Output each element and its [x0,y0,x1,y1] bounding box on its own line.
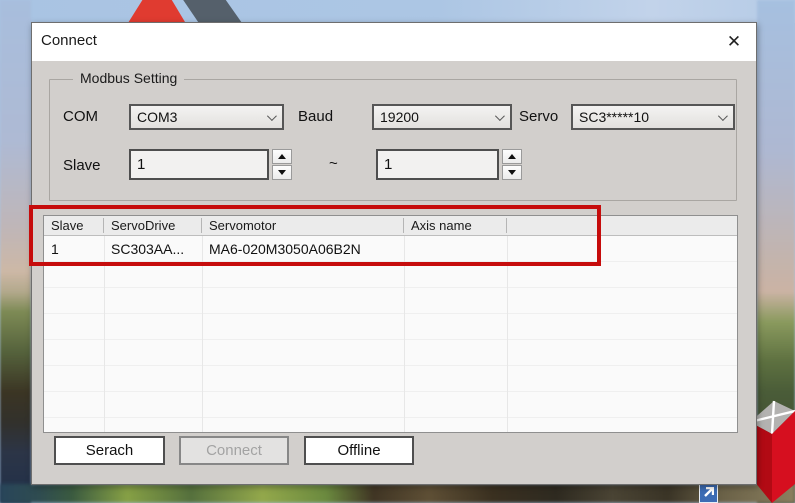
slave-to-input[interactable]: 1 [376,149,499,180]
cell-slave[interactable]: 1 [44,236,104,262]
stepper-up-button[interactable] [272,149,292,164]
modbus-setting-group: Modbus Setting [49,79,737,201]
chevron-down-icon [718,111,728,121]
column-header-servomotor[interactable]: Servomotor [202,216,404,235]
range-separator: ~ [329,155,338,172]
arrow-down-icon [278,170,286,175]
baud-label: Baud [298,108,333,125]
close-icon[interactable]: ✕ [718,26,750,58]
com-select[interactable]: COM3 [129,104,284,130]
stepper-down-button[interactable] [272,165,292,180]
connect-button[interactable]: Connect [179,436,289,465]
com-selected-value: COM3 [137,109,177,125]
servo-label: Servo [519,108,558,125]
column-header-filler [507,216,737,235]
offline-button[interactable]: Offline [304,436,414,465]
column-divider [202,236,203,432]
column-header-slave[interactable]: Slave [44,216,104,235]
dialog-title: Connect [41,32,97,49]
slave-label: Slave [63,157,101,174]
cell-servomotor[interactable]: MA6-020M3050A06B2N [202,236,404,262]
chevron-down-icon [495,111,505,121]
table-row[interactable]: 1 SC303AA... MA6-020M3050A06B2N [44,236,737,262]
connect-dialog: Connect ✕ Modbus Setting COM COM3 Baud 1… [31,22,757,485]
cell-axis-name[interactable] [404,236,507,262]
search-button[interactable]: Serach [54,436,165,465]
background-landscape-strip [0,484,795,503]
slave-from-stepper [272,149,292,180]
slave-from-input[interactable]: 1 [129,149,269,180]
stepper-down-button[interactable] [502,165,522,180]
cell-servodrive[interactable]: SC303AA... [104,236,202,262]
arrow-down-icon [508,170,516,175]
background-sky [0,0,795,23]
baud-selected-value: 19200 [380,109,419,125]
servo-selected-value: SC3*****10 [579,109,649,125]
column-header-servodrive[interactable]: ServoDrive [104,216,202,235]
slave-to-stepper [502,149,522,180]
column-divider [404,236,405,432]
chevron-down-icon [267,111,277,121]
background-left-strip [0,0,31,503]
dialog-titlebar[interactable]: Connect ✕ [32,23,756,61]
column-header-axis-name[interactable]: Axis name [404,216,507,235]
com-label: COM [63,108,98,125]
baud-select[interactable]: 19200 [372,104,512,130]
arrow-up-icon [278,154,286,159]
table-header-row: Slave ServoDrive Servomotor Axis name [44,216,737,236]
servo-select[interactable]: SC3*****10 [571,104,735,130]
stepper-up-button[interactable] [502,149,522,164]
arrow-up-icon [508,154,516,159]
modbus-setting-label: Modbus Setting [73,70,184,86]
device-table: Slave ServoDrive Servomotor Axis name 1 … [43,215,738,433]
column-divider [104,236,105,432]
column-divider [507,236,508,432]
